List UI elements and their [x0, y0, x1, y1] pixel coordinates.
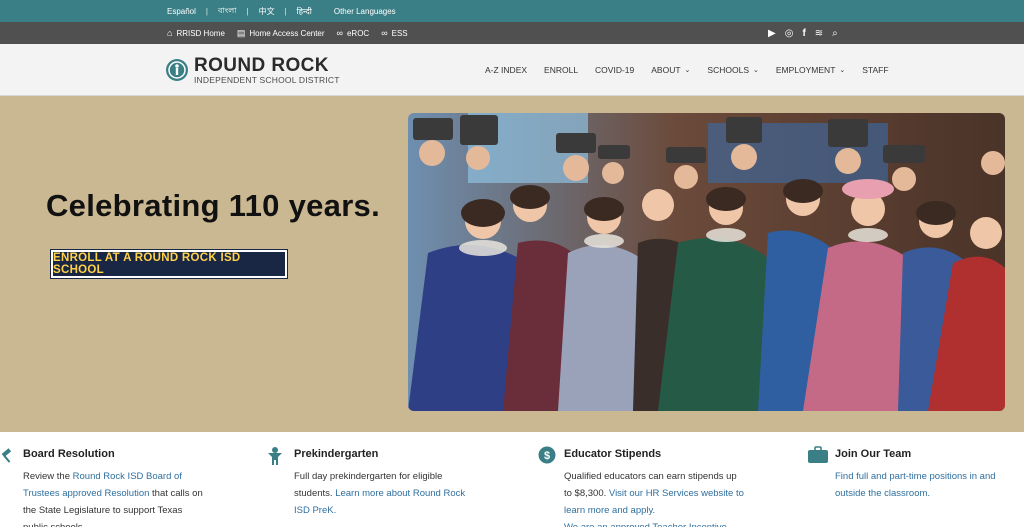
menu-item-label: COVID-19	[595, 65, 635, 75]
rss-icon[interactable]: ≋	[815, 28, 823, 39]
feature-text: students.	[294, 488, 336, 499]
menu-item-label: A-Z INDEX	[485, 65, 528, 75]
menu-item-label: EMPLOYMENT	[775, 65, 836, 75]
building-icon: ⌂	[167, 28, 173, 38]
rrisd-home-link[interactable]: ⌂ RRISD Home	[167, 28, 225, 38]
feature-body-line: students. Learn more about Round Rock	[294, 485, 514, 502]
divider: |	[284, 6, 287, 16]
home-access-center-link[interactable]: ▤ Home Access Center	[237, 28, 325, 39]
feature-link[interactable]: outside the classroom.	[835, 488, 930, 499]
feature-body-line: public schools.	[23, 519, 243, 527]
logo-subtitle: INDEPENDENT SCHOOL DISTRICT	[194, 75, 340, 85]
features-row: Board Resolution Review the Round Rock I…	[0, 432, 1024, 527]
link-icon: ∞	[336, 28, 343, 38]
feature-text: the State Legislature to support Texas	[23, 505, 183, 516]
language-link-hindi[interactable]: हिन्दी	[297, 6, 312, 17]
eroc-link[interactable]: ∞ eROC	[337, 28, 370, 38]
feature-title: Join Our Team	[835, 448, 912, 460]
ess-link[interactable]: ∞ ESS	[381, 28, 407, 38]
child-icon	[266, 446, 284, 465]
feature-link[interactable]: Trustees approved Resolution	[23, 488, 149, 499]
language-bar: Español | বাংলা | 中文 | हिन्दी | Other La…	[0, 0, 1024, 22]
youtube-icon[interactable]: ▶	[768, 28, 776, 39]
feature-text: public schools.	[23, 522, 85, 527]
feature-link[interactable]: ISD PreK.	[294, 505, 336, 516]
menu-item-label: ABOUT	[651, 65, 681, 75]
chevron-down-icon: ⌄	[839, 67, 846, 74]
feature-body: Qualified educators can earn stipends up…	[564, 468, 784, 527]
logo-title: ROUND ROCK	[194, 55, 329, 76]
search-icon[interactable]: ⌕	[832, 28, 838, 39]
other-languages-link[interactable]: Other Languages	[334, 7, 396, 16]
menu-item-a-z-index[interactable]: A-Z INDEX	[485, 65, 527, 75]
language-link-bengali[interactable]: বাংলা	[218, 5, 237, 18]
district-logo[interactable]: ROUND ROCK INDEPENDENT SCHOOL DISTRICT	[166, 56, 340, 85]
menu-item-label: ENROLL	[544, 65, 579, 75]
primary-menu: A-Z INDEX ENROLL COVID-19 ABOUT ⌄ SCHOOLS…	[485, 44, 906, 96]
hero-banner: Celebrating 110 years. ENROLL AT A ROUND…	[0, 96, 1024, 432]
menu-item-staff[interactable]: STAFF	[862, 65, 888, 75]
social-links: ▶ ◎ f ≋ ⌕	[768, 22, 847, 44]
feature-link[interactable]: Learn more about Round Rock	[335, 488, 465, 499]
language-link-chinese[interactable]: 中文	[259, 6, 275, 17]
chevron-down-icon: ⌄	[753, 67, 759, 74]
feature-body: Full day prekindergarten for eligible stu…	[294, 468, 514, 519]
menu-item-about[interactable]: ABOUT ⌄	[651, 65, 690, 75]
enroll-button[interactable]: ENROLL AT A ROUND ROCK ISD SCHOOL	[51, 250, 287, 278]
utility-bar: ⌂ RRISD Home ▤ Home Access Center ∞ eROC…	[0, 22, 1024, 44]
document-icon: ▤	[236, 27, 246, 38]
feature-body-line: Full day prekindergarten for eligible	[294, 468, 514, 485]
feature-body-line: outside the classroom.	[835, 485, 1024, 502]
feature-text: Full day prekindergarten for eligible	[294, 471, 443, 482]
feature-link[interactable]: We are an approved Teacher Incentive	[564, 522, 727, 527]
menu-item-covid-19[interactable]: COVID-19	[595, 65, 634, 75]
divider: |	[205, 6, 208, 16]
home-access-center-label: Home Access Center	[249, 28, 325, 38]
hero-photo	[408, 113, 1005, 411]
chevron-down-icon: ⌄	[684, 67, 691, 74]
feature-text: Qualified educators can earn stipends up	[564, 471, 737, 482]
feature-body-line: Find full and part-time positions in and	[835, 468, 1024, 485]
feature-title: Educator Stipends	[564, 448, 662, 460]
feature-link[interactable]: Visit our HR Services website to	[609, 488, 744, 499]
feature-body-line: to $8,300. Visit our HR Services website…	[564, 485, 784, 502]
feature-link[interactable]: learn more and apply.	[564, 505, 655, 516]
rrisd-home-label: RRISD Home	[176, 28, 225, 38]
main-navigation: ROUND ROCK INDEPENDENT SCHOOL DISTRICT A…	[0, 44, 1024, 96]
divider: |	[246, 6, 249, 16]
feature-body: Review the Round Rock ISD Board of Truste…	[23, 468, 243, 527]
logo-mark-icon	[166, 59, 188, 82]
briefcase-icon	[808, 446, 828, 464]
svg-text:$: $	[544, 450, 550, 462]
feature-body-line: Review the Round Rock ISD Board of	[23, 468, 243, 485]
feature-link[interactable]: Round Rock ISD Board of	[73, 471, 182, 482]
feature-title: Board Resolution	[23, 448, 115, 460]
feature-link[interactable]: Find full and part-time positions in and	[835, 471, 996, 482]
feature-text: that calls on	[149, 488, 203, 499]
feature-body-line: Trustees approved Resolution that calls …	[23, 485, 243, 502]
feature-body: Find full and part-time positions in and…	[835, 468, 1024, 502]
link-icon: ∞	[381, 28, 388, 38]
feature-body-line: We are an approved Teacher Incentive	[564, 519, 784, 527]
menu-item-label: SCHOOLS	[707, 65, 749, 75]
feature-text: Review the	[23, 471, 73, 482]
dollar-icon: $	[538, 446, 556, 464]
feature-body-line: Qualified educators can earn stipends up	[564, 468, 784, 485]
feature-body-line: ISD PreK.	[294, 502, 514, 519]
menu-item-employment[interactable]: EMPLOYMENT ⌄	[776, 65, 845, 75]
menu-item-enroll[interactable]: ENROLL	[544, 65, 578, 75]
ess-label: ESS	[391, 28, 408, 38]
menu-item-schools[interactable]: SCHOOLS ⌄	[707, 65, 758, 75]
menu-item-label: STAFF	[862, 65, 889, 75]
feature-title: Prekindergarten	[294, 448, 379, 460]
eroc-label: eROC	[346, 28, 370, 38]
feature-body-line: learn more and apply.	[564, 502, 784, 519]
gavel-icon	[0, 446, 18, 464]
hero-title: Celebrating 110 years.	[46, 188, 381, 223]
instagram-icon[interactable]: ◎	[785, 28, 794, 39]
feature-text: to $8,300.	[564, 488, 609, 499]
language-link-spanish[interactable]: Español	[167, 7, 196, 16]
feature-body-line: the State Legislature to support Texas	[23, 502, 243, 519]
facebook-icon[interactable]: f	[802, 28, 805, 39]
